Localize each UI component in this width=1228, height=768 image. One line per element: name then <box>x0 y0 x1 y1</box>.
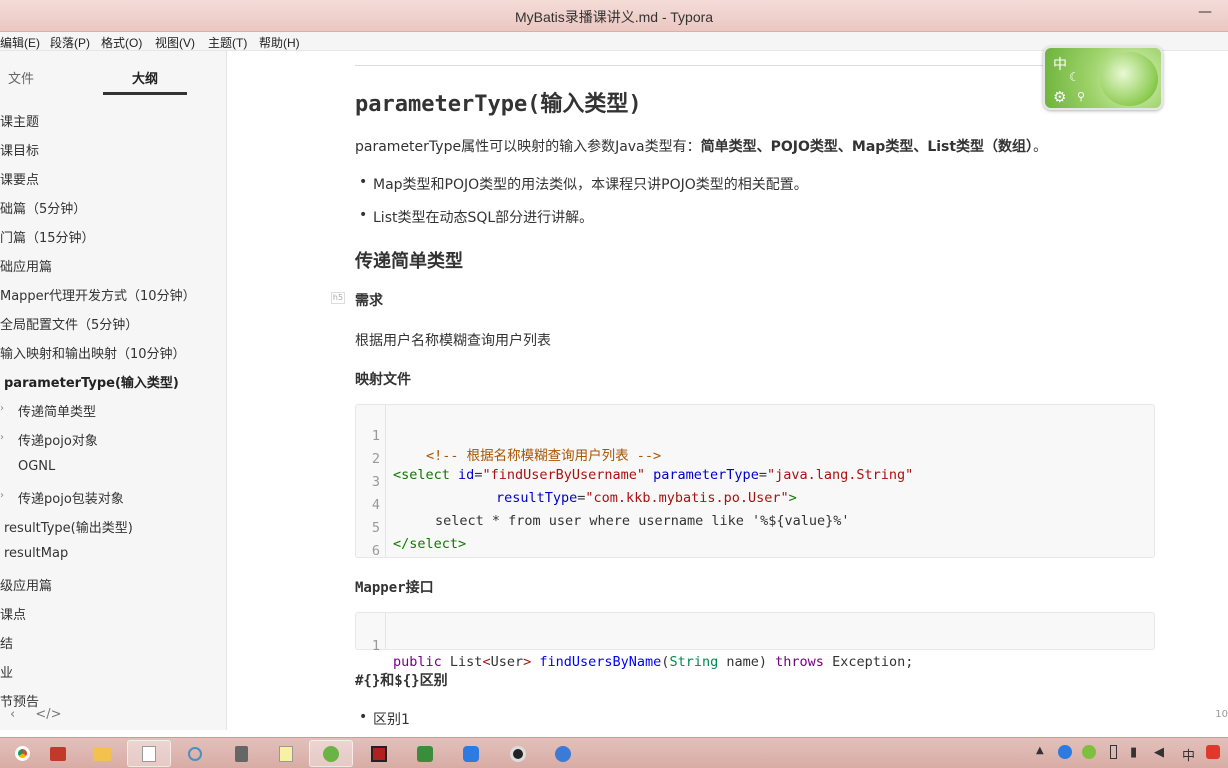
heading-need: 需求 <box>355 293 383 309</box>
outline-item[interactable]: 输入映射和输出映射（10分钟） <box>0 343 186 362</box>
outline-item[interactable]: 课目标 <box>0 140 39 159</box>
sidebar: 文件 大纲 课主题课目标课要点础篇（5分钟） 门篇（15分钟） 础应用篇 Mapper… <box>0 51 227 730</box>
collapse-sidebar-icon[interactable]: ‹ <box>10 707 15 722</box>
code-line: 6 <box>371 543 380 559</box>
outline-item[interactable]: 级应用篇 <box>0 575 52 594</box>
outline-item[interactable]: resultType(输出类型) <box>4 517 133 536</box>
bullet-list: List类型在动态SQL部分进行讲解。 <box>359 207 593 227</box>
outline-item[interactable]: 传递简单类型 <box>18 401 96 420</box>
heading-diff: #{}和${}区别 <box>355 673 448 689</box>
heading-parametertype: parameterType(输入类型) <box>355 92 642 117</box>
tray-ime-icon[interactable] <box>1082 745 1096 763</box>
outline-expand-icon[interactable]: › <box>0 432 4 443</box>
tab-outline[interactable]: 大纲 <box>132 68 158 87</box>
ide-task-icon[interactable] <box>357 740 401 767</box>
code-line: 1 <!-- 根据名称模糊查询用户列表 --> <box>371 428 662 464</box>
outline-item[interactable]: 础篇（5分钟） <box>0 198 86 217</box>
outline-item[interactable]: resultMap <box>4 546 68 561</box>
leaf-logo <box>1100 52 1158 106</box>
outline-item[interactable]: Mapper代理开发方式（10分钟） <box>0 285 196 304</box>
code-line: 1 public List<User> findUsersByName(Stri… <box>371 638 914 670</box>
outline-item[interactable]: 课点 <box>0 604 26 623</box>
bullet-map-pojo: Map类型和POJO类型的用法类似，本课程只讲POJO类型的相关配置。 <box>359 174 808 194</box>
tray-expand-icon[interactable]: ▲ <box>1036 745 1044 756</box>
tray-shield-icon[interactable] <box>1058 745 1072 763</box>
code-block-mapping[interactable]: 1 <!-- 根据名称模糊查询用户列表 --> 2 <select id="fi… <box>355 404 1155 559</box>
media-task-icon[interactable] <box>496 740 540 767</box>
app-task-icon[interactable] <box>36 740 80 767</box>
intro-bold: 简单类型、POJO类型、Map类型、List类型（数组） <box>700 139 1034 155</box>
outline-item[interactable]: 结 <box>0 633 13 652</box>
menu-paragraph[interactable]: 段落(P) <box>50 34 90 51</box>
outline-item[interactable]: 传递pojo对象 <box>18 430 98 449</box>
code-line: 5 </select> <box>371 520 467 552</box>
moon-icon[interactable]: ☾ <box>1069 70 1080 84</box>
menu-help[interactable]: 帮助(H) <box>259 34 300 51</box>
taskbar: ▲ ▮ ◀ 中 <box>0 737 1228 768</box>
outline-item[interactable]: 全局配置文件（5分钟） <box>0 314 138 333</box>
heading-mapper-interface: Mapper接口 <box>355 580 434 596</box>
need-text: 根据用户名称模糊查询用户列表 <box>355 333 551 349</box>
tray-volume-icon[interactable]: ◀ <box>1154 745 1164 760</box>
menu-theme[interactable]: 主题(T) <box>208 34 247 51</box>
outline-item[interactable]: 传递pojo包装对象 <box>18 488 124 507</box>
intro-end: 。 <box>1033 139 1048 155</box>
tray-battery-icon[interactable] <box>1110 745 1117 763</box>
ime-lang-indicator[interactable]: 中 <box>1053 54 1067 74</box>
outline-expand-icon[interactable]: › <box>0 403 4 414</box>
heading-rule <box>355 65 1135 66</box>
active-tab-indicator <box>103 92 187 95</box>
code-line: 2 <select id="findUserByUsername" parame… <box>371 451 914 483</box>
intro-paragraph: parameterType属性可以映射的输入参数Java类型有：简单类型、POJ… <box>355 136 1047 156</box>
title-bar: MyBatis录播课讲义.md - Typora — <box>0 0 1228 32</box>
menu-format[interactable]: 格式(O) <box>101 34 142 51</box>
tray-network-icon[interactable]: ▮ <box>1130 745 1137 760</box>
typora-task-icon[interactable] <box>127 740 171 767</box>
browser-task-icon[interactable] <box>309 740 353 767</box>
outline-item[interactable]: 课要点 <box>0 169 39 188</box>
sidebar-footer: ‹ </> <box>10 707 62 722</box>
code-line: 3 resultType="com.kkb.mybatis.po.User"> <box>371 474 797 506</box>
tab-files[interactable]: 文件 <box>8 68 34 87</box>
h5-badge: h5 <box>331 292 345 304</box>
pin-icon[interactable]: ⚲ <box>1077 90 1085 103</box>
messenger-task-icon[interactable] <box>449 740 493 767</box>
window-title: MyBatis录播课讲义.md - Typora <box>514 9 714 25</box>
outline-item[interactable]: OGNL <box>18 459 55 474</box>
tray-sogou-icon[interactable] <box>1206 745 1220 763</box>
intro-text: parameterType属性可以映射的输入参数Java类型有： <box>355 139 701 155</box>
editor-area[interactable]: parameterType(输入类型) parameterType属性可以映射的… <box>228 51 1228 730</box>
outline-item[interactable]: 础应用篇 <box>0 256 52 275</box>
outline-expand-icon[interactable]: › <box>0 490 4 501</box>
heading-simple-type: 传递简单类型 <box>355 251 463 272</box>
editor-task-icon[interactable] <box>403 740 447 767</box>
source-code-mode-icon[interactable]: </> <box>35 707 61 722</box>
ime-status-widget[interactable]: 中 ☾ ⚙ ⚲ <box>1043 46 1163 110</box>
outline-item[interactable]: 业 <box>0 662 13 681</box>
outline-item[interactable]: 课主题 <box>0 111 39 130</box>
menu-edit[interactable]: 编辑(E) <box>0 34 40 51</box>
tray-lang-indicator[interactable]: 中 <box>1182 745 1195 764</box>
gear-icon[interactable]: ⚙ <box>1053 88 1066 106</box>
heading-mapping-file: 映射文件 <box>355 372 411 388</box>
calculator-task-icon[interactable] <box>219 740 263 767</box>
bullet-diff-1: 区别1 <box>359 709 410 729</box>
code-line: 4 select * from user where username like… <box>371 497 850 529</box>
scroll-indicator: 10 <box>1215 709 1228 720</box>
explorer-task-icon[interactable] <box>80 740 124 767</box>
outline-item[interactable]: 门篇（15分钟） <box>0 227 95 246</box>
menu-view[interactable]: 视图(V) <box>155 34 195 51</box>
code-block-mapper[interactable]: 1 public List<User> findUsersByName(Stri… <box>355 612 1155 670</box>
settings-task-icon[interactable] <box>173 740 217 767</box>
outline-item[interactable]: parameterType(输入类型) <box>4 372 179 391</box>
notepad-task-icon[interactable] <box>264 740 308 767</box>
minimize-button[interactable]: — <box>1198 4 1214 20</box>
pin-task-icon[interactable] <box>541 740 585 767</box>
